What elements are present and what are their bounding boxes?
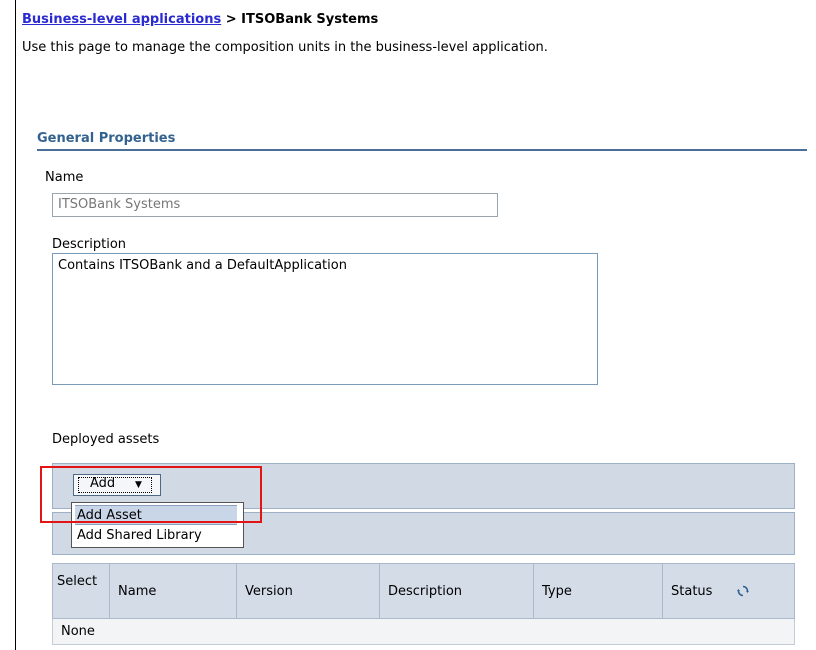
deployed-assets-table: Select Name Version Description Type Sta… bbox=[52, 563, 795, 645]
name-field[interactable]: ITSOBank Systems bbox=[52, 193, 498, 217]
breadcrumb-separator: > bbox=[221, 12, 242, 27]
empty-row-cell: None bbox=[52, 618, 795, 645]
column-header-status: Status bbox=[662, 563, 795, 619]
name-label: Name bbox=[45, 170, 84, 185]
description-textarea[interactable]: Contains ITSOBank and a DefaultApplicati… bbox=[52, 253, 598, 385]
general-properties-heading: General Properties bbox=[37, 131, 176, 146]
column-header-status-label[interactable]: Status bbox=[671, 584, 712, 599]
breadcrumb: Business-level applications > ITSOBank S… bbox=[22, 12, 378, 27]
refresh-icon[interactable] bbox=[736, 585, 749, 597]
menu-item-add-shared-library[interactable]: Add Shared Library bbox=[75, 526, 204, 546]
column-header-description[interactable]: Description bbox=[379, 563, 534, 619]
page: Business-level applications > ITSOBank S… bbox=[0, 0, 816, 650]
column-header-version[interactable]: Version bbox=[236, 563, 380, 619]
table-row: None bbox=[52, 618, 795, 645]
highlight-box bbox=[40, 466, 262, 523]
column-header-type[interactable]: Type bbox=[533, 563, 663, 619]
description-label: Description bbox=[52, 237, 127, 252]
left-divider bbox=[15, 0, 16, 650]
deployed-assets-label: Deployed assets bbox=[52, 432, 160, 447]
page-description: Use this page to manage the composition … bbox=[22, 40, 548, 55]
column-header-select: Select bbox=[52, 563, 110, 619]
table-header-row: Select Name Version Description Type Sta… bbox=[52, 563, 795, 619]
breadcrumb-current: ITSOBank Systems bbox=[241, 12, 379, 27]
column-header-name[interactable]: Name bbox=[109, 563, 237, 619]
breadcrumb-link-business-level-applications[interactable]: Business-level applications bbox=[22, 12, 221, 27]
section-divider bbox=[37, 149, 807, 151]
